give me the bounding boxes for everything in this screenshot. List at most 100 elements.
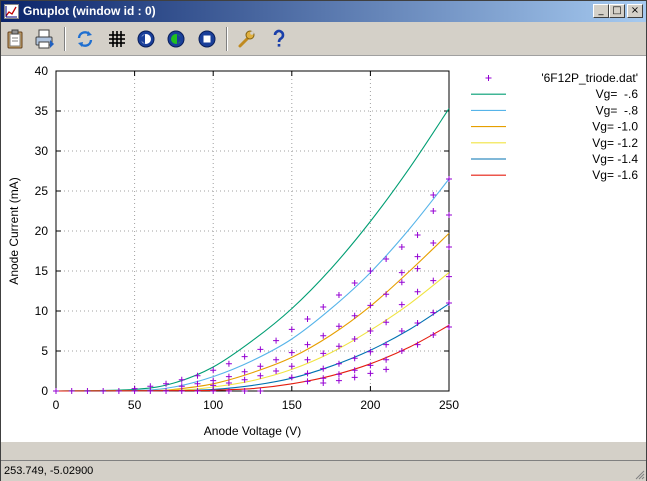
data-point — [414, 232, 421, 238]
data-point — [351, 280, 358, 286]
toolbar-separator — [64, 27, 66, 51]
data-point — [335, 371, 342, 378]
data-point — [335, 343, 342, 350]
legend-label: Vg= -1.2 — [592, 136, 638, 150]
resize-grip-icon[interactable] — [633, 468, 645, 480]
help-icon — [273, 29, 285, 47]
options-button[interactable] — [235, 27, 259, 51]
cursor-coordinates: 253.749, -5.02900 — [4, 465, 94, 477]
minimize-button[interactable]: _ — [593, 4, 609, 18]
y-tick-label: 30 — [35, 144, 49, 158]
data-point — [288, 374, 295, 381]
x-axis-title: Anode Voltage (V) — [204, 424, 301, 438]
data-point — [84, 388, 91, 394]
data-point — [241, 368, 248, 375]
data-point — [335, 360, 342, 367]
data-point — [383, 356, 390, 363]
data-point — [398, 301, 405, 308]
data-point — [320, 380, 327, 386]
maximize-button[interactable]: □ — [609, 4, 625, 18]
y-tick-label: 10 — [35, 304, 49, 318]
data-point — [273, 337, 280, 344]
data-point — [115, 388, 122, 394]
data-point — [398, 348, 405, 354]
data-point — [398, 244, 405, 250]
data-point — [288, 349, 295, 356]
help-button[interactable] — [267, 27, 291, 51]
legend-label: Vg= -.6 — [596, 87, 639, 101]
data-point — [100, 388, 107, 394]
clipboard-icon — [7, 29, 23, 49]
grid-toggle-button[interactable] — [104, 27, 128, 51]
data-point — [414, 265, 421, 272]
data-point — [398, 269, 405, 276]
data-point — [446, 324, 452, 330]
replot-button[interactable] — [73, 27, 97, 51]
gnuplot-app-icon — [4, 4, 19, 19]
plot-area[interactable]: 0 50 100 150 200 250 0 5 10 15 20 25 30 35 40 Anode Vol… — [1, 56, 646, 442]
y-tick-label: 20 — [35, 224, 49, 238]
y-tick-label: 25 — [35, 184, 49, 198]
x-tick-label: 200 — [360, 398, 380, 412]
refresh-icon — [77, 31, 93, 47]
x-tick-label: 100 — [203, 398, 223, 412]
data-point — [288, 326, 295, 333]
data-point — [383, 319, 390, 326]
y-tick-label: 15 — [35, 264, 49, 278]
x-tick-label: 250 — [439, 398, 459, 412]
gnuplot-window: Gnuplot (window id : 0) _ □ × 0 50 100 1… — [0, 0, 647, 481]
data-point — [351, 312, 358, 319]
series-line — [55, 303, 450, 392]
data-point — [383, 291, 390, 298]
autoscale-icon — [198, 30, 216, 48]
x-tick-label: 0 — [53, 398, 60, 412]
legend-label: Vg= -1.0 — [592, 120, 638, 134]
data-point — [304, 341, 311, 348]
data-point — [335, 377, 342, 384]
toolbar — [1, 23, 646, 56]
data-point — [414, 320, 421, 326]
data-point — [320, 332, 327, 339]
series-line — [55, 272, 450, 392]
legend-point-sample — [485, 75, 492, 81]
data-point — [446, 212, 452, 218]
data-point — [367, 370, 374, 377]
data-point — [241, 353, 248, 360]
legend-label: Vg= -1.4 — [592, 152, 638, 166]
status-bar: 253.749, -5.02900 — [1, 460, 646, 481]
previous-zoom-button[interactable] — [134, 27, 158, 51]
data-point — [430, 240, 437, 246]
data-point — [257, 388, 264, 394]
window-title: Gnuplot (window id : 0) — [23, 4, 156, 18]
data-point — [320, 304, 327, 310]
data-point — [225, 373, 232, 380]
title-bar[interactable]: Gnuplot (window id : 0) _ □ × — [1, 1, 646, 22]
anode-current-chart[interactable]: 0 50 100 150 200 250 0 5 10 15 20 25 30 35 40 Anode Vol… — [1, 56, 646, 442]
data-point — [383, 366, 390, 373]
zoom-previous-icon — [137, 30, 155, 48]
y-tick-label: 40 — [35, 64, 49, 78]
data-point — [430, 309, 437, 316]
zoom-next-icon — [167, 30, 185, 48]
data-point — [178, 376, 185, 383]
data-point — [304, 378, 311, 385]
y-tick-label: 0 — [41, 384, 48, 398]
data-point — [273, 356, 280, 363]
data-point — [225, 360, 232, 367]
copy-clipboard-button[interactable] — [3, 27, 27, 51]
data-point — [53, 388, 59, 394]
data-point — [367, 268, 374, 274]
data-point — [351, 374, 358, 381]
x-tick-label: 150 — [282, 398, 302, 412]
legend-label: Vg= -1.6 — [592, 168, 638, 182]
close-button[interactable]: × — [627, 4, 643, 18]
printer-icon — [35, 29, 54, 49]
data-point — [383, 256, 390, 262]
y-axis-title: Anode Current (mA) — [7, 177, 21, 284]
data-point — [68, 388, 75, 394]
print-button[interactable] — [33, 27, 57, 51]
data-point — [414, 341, 421, 348]
data-point — [335, 292, 342, 298]
autoscale-button[interactable] — [195, 27, 219, 51]
next-zoom-button[interactable] — [164, 27, 188, 51]
